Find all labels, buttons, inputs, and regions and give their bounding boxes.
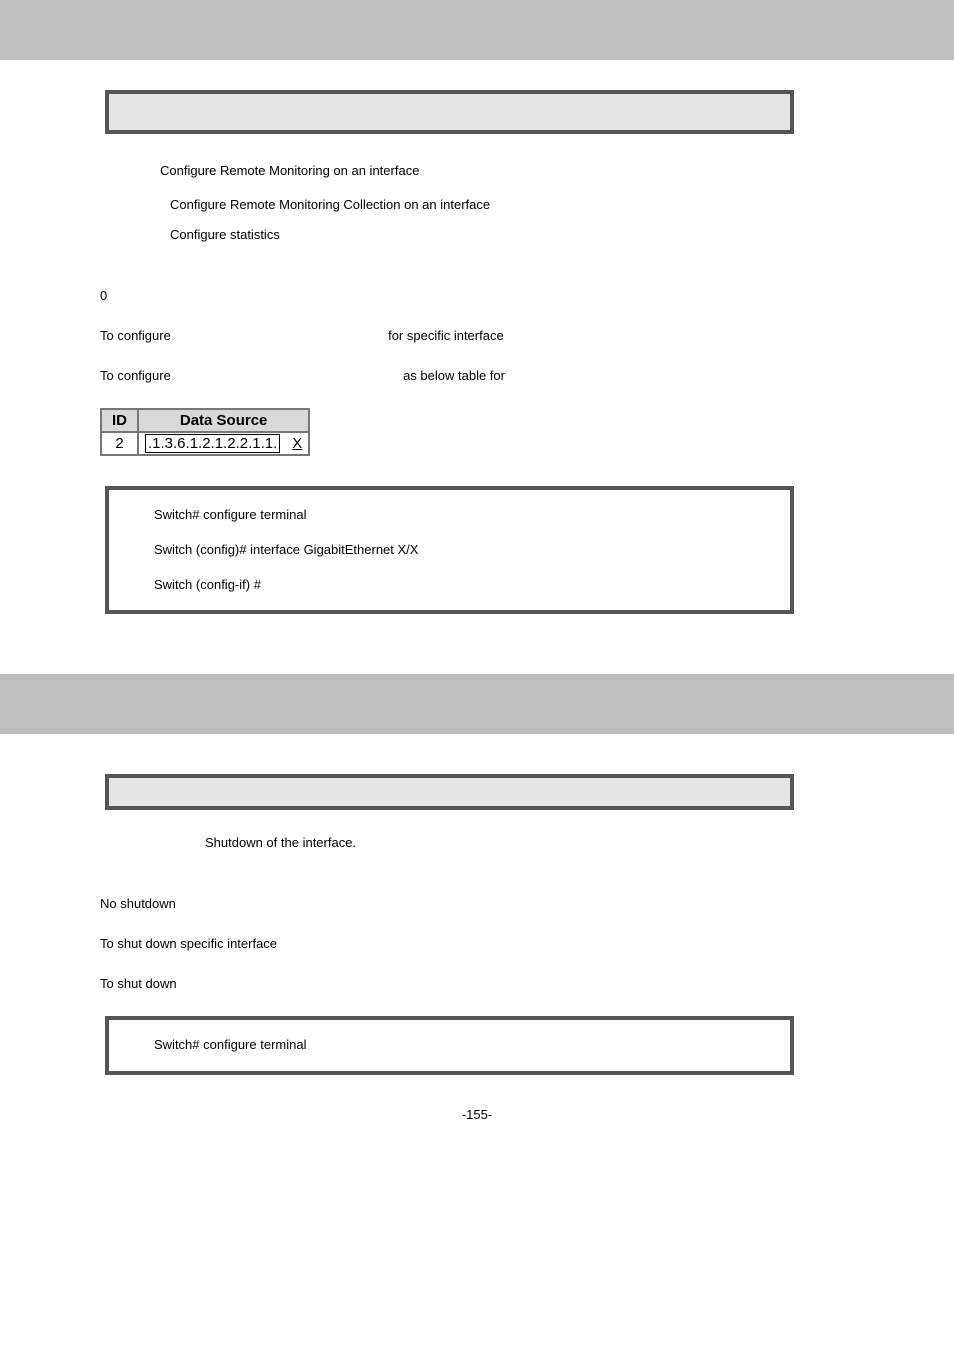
section-1-content: Configure Remote Monitoring on an interf… xyxy=(0,90,954,614)
syntax-box-1 xyxy=(105,90,794,134)
usage-guide-1: To configure for specific interface xyxy=(60,328,894,343)
example-suffix-1: as below table for xyxy=(403,368,505,383)
option-line-1: Configure Remote Monitoring on an interf… xyxy=(60,154,894,188)
example-line-1: Switch# configure terminal xyxy=(109,498,790,533)
td-x: X xyxy=(286,432,309,455)
usage-suffix-1: for specific interface xyxy=(388,328,504,343)
section-heading-bar-1 xyxy=(0,0,954,60)
td-datasource: .1.3.6.1.2.1.2.2.1.1. xyxy=(145,434,280,453)
option-line-2: Configure Remote Monitoring Collection o… xyxy=(60,188,894,222)
example-line-s2-1: Switch# configure terminal xyxy=(109,1028,790,1063)
usage-guide-2: To shut down specific interface xyxy=(60,936,894,951)
usage-prefix-1: To configure xyxy=(100,328,171,343)
option-line-3: Configure statistics xyxy=(60,222,894,248)
example-line-3: Switch (config-if) # xyxy=(109,568,790,603)
purpose-line: Shutdown of the interface. xyxy=(60,830,894,856)
example-box-1: Switch# configure terminal Switch (confi… xyxy=(105,486,794,614)
default-value-1: 0 xyxy=(60,288,894,303)
section-heading-bar-2 xyxy=(0,674,954,734)
table-row: 2 .1.3.6.1.2.1.2.2.1.1. X xyxy=(101,432,309,455)
th-id: ID xyxy=(101,409,138,432)
example-intro-1: To configure as below table for xyxy=(60,368,894,383)
syntax-box-2 xyxy=(105,774,794,810)
table-header-row: ID Data Source xyxy=(101,409,309,432)
section-2-content: Shutdown of the interface. No shutdown T… xyxy=(0,774,954,1075)
example-intro-2: To shut down xyxy=(60,976,894,991)
td-id: 2 xyxy=(101,432,138,455)
default-value-2: No shutdown xyxy=(60,896,894,911)
page-number: -155- xyxy=(0,1107,954,1122)
example-line-2: Switch (config)# interface GigabitEthern… xyxy=(109,533,790,568)
example-prefix-1: To configure xyxy=(100,368,171,383)
example-box-2: Switch# configure terminal xyxy=(105,1016,794,1075)
data-source-table: ID Data Source 2 .1.3.6.1.2.1.2.2.1.1. X xyxy=(100,408,310,456)
th-datasource: Data Source xyxy=(138,409,309,432)
